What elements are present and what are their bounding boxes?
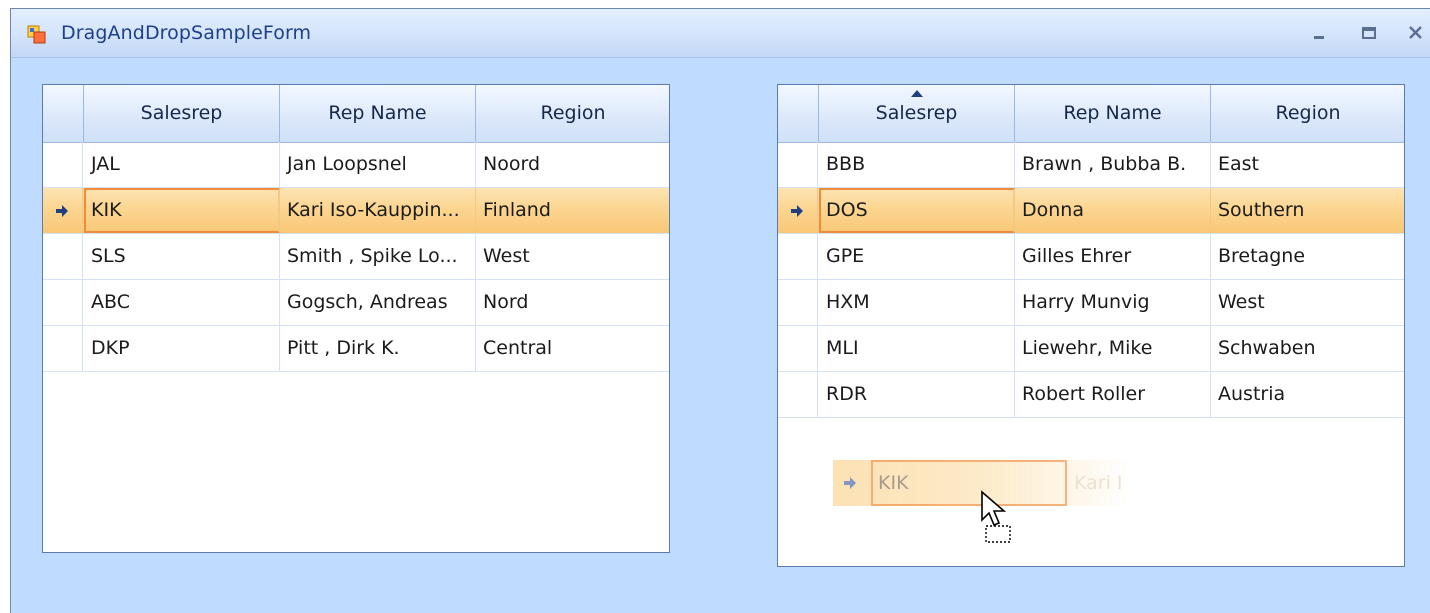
row-selector[interactable] (778, 280, 818, 325)
row-arrow-icon (56, 205, 68, 217)
cell-salesrep[interactable]: KIK (84, 188, 280, 233)
row-selector[interactable] (43, 234, 83, 279)
column-header-rep-name[interactable]: Rep Name (280, 85, 476, 142)
cell-salesrep[interactable]: DOS (819, 188, 1015, 233)
column-header-salesrep[interactable]: Salesrep (84, 85, 280, 142)
close-icon (1409, 26, 1422, 39)
minimize-icon (1314, 36, 1324, 39)
drag-preview-rep-name: Kari I (1074, 472, 1123, 494)
cell-salesrep[interactable]: JAL (84, 142, 280, 187)
cell-salesrep[interactable]: HXM (819, 280, 1015, 325)
cell-region[interactable]: West (1211, 280, 1405, 325)
table-row[interactable]: JAL Jan Loopsnel Noord (43, 142, 669, 188)
cell-rep-name[interactable]: Gogsch, Andreas (280, 280, 476, 325)
window-title: DragAndDropSampleForm (61, 22, 312, 44)
cell-rep-name[interactable]: Donna (1015, 188, 1211, 233)
column-header-region[interactable]: Region (1211, 85, 1405, 142)
row-selector[interactable] (778, 372, 818, 417)
row-header-corner (43, 85, 84, 142)
cell-region[interactable]: Schwaben (1211, 326, 1405, 371)
table-row[interactable]: BBB Brawn , Bubba B. East (778, 142, 1404, 188)
cell-region[interactable]: Bretagne (1211, 234, 1405, 279)
cell-region[interactable]: Nord (476, 280, 670, 325)
cell-salesrep[interactable]: RDR (819, 372, 1015, 417)
row-selector[interactable] (778, 188, 818, 233)
row-selector[interactable] (778, 142, 818, 187)
row-selector[interactable] (778, 234, 818, 279)
close-button[interactable] (1401, 19, 1430, 47)
row-selector[interactable] (43, 326, 83, 371)
table-row[interactable]: HXM Harry Munvig West (778, 280, 1404, 326)
drag-preview-salesrep: KIK (871, 460, 1067, 506)
title-bar[interactable]: DragAndDropSampleForm (11, 9, 1430, 58)
cell-salesrep[interactable]: DKP (84, 326, 280, 371)
table-row[interactable]: GPE Gilles Ehrer Bretagne (778, 234, 1404, 280)
sort-ascending-icon (911, 90, 923, 97)
table-row[interactable]: SLS Smith , Spike Lo... West (43, 234, 669, 280)
cell-region[interactable]: Finland (476, 188, 670, 233)
left-grid[interactable]: Salesrep Rep Name Region JAL Jan Loopsne… (42, 84, 670, 553)
cell-salesrep[interactable]: MLI (819, 326, 1015, 371)
table-row[interactable]: ABC Gogsch, Andreas Nord (43, 280, 669, 326)
row-selector[interactable] (43, 188, 83, 233)
column-header-rep-name[interactable]: Rep Name (1015, 85, 1211, 142)
cell-salesrep[interactable]: ABC (84, 280, 280, 325)
table-row[interactable]: RDR Robert Roller Austria (778, 372, 1404, 418)
cell-salesrep[interactable]: GPE (819, 234, 1015, 279)
cell-region[interactable]: Central (476, 326, 670, 371)
row-arrow-icon (791, 205, 803, 217)
cell-rep-name[interactable]: Jan Loopsnel (280, 142, 476, 187)
cell-region[interactable]: Southern (1211, 188, 1405, 233)
table-row[interactable]: DKP Pitt , Dirk K. Central (43, 326, 669, 372)
cell-rep-name[interactable]: Liewehr, Mike (1015, 326, 1211, 371)
cell-rep-name[interactable]: Pitt , Dirk K. (280, 326, 476, 371)
row-selector[interactable] (43, 142, 83, 187)
cell-rep-name[interactable]: Robert Roller (1015, 372, 1211, 417)
cell-region[interactable]: Austria (1211, 372, 1405, 417)
maximize-icon (1362, 27, 1376, 39)
table-row[interactable]: MLI Liewehr, Mike Schwaben (778, 326, 1404, 372)
table-row-selected[interactable]: KIK Kari Iso-Kauppin... Finland (43, 188, 669, 234)
app-window: DragAndDropSampleForm Salesrep Rep Name … (10, 8, 1430, 613)
row-selector[interactable] (778, 326, 818, 371)
cell-rep-name[interactable]: Gilles Ehrer (1015, 234, 1211, 279)
column-header-label: Salesrep (875, 102, 958, 124)
cell-region[interactable]: Noord (476, 142, 670, 187)
cell-region[interactable]: West (476, 234, 670, 279)
cell-salesrep[interactable]: BBB (819, 142, 1015, 187)
drag-copy-cursor-icon (981, 490, 1011, 543)
column-header-salesrep[interactable]: Salesrep (819, 85, 1015, 142)
cell-rep-name[interactable]: Smith , Spike Lo... (280, 234, 476, 279)
app-icon (27, 25, 46, 44)
column-header-region[interactable]: Region (476, 85, 670, 142)
minimize-button[interactable] (1305, 19, 1335, 47)
grid-header: Salesrep Rep Name Region (43, 85, 669, 143)
row-selector[interactable] (43, 280, 83, 325)
row-header-corner (778, 85, 819, 142)
table-row-selected[interactable]: DOS Donna Southern (778, 188, 1404, 234)
cell-rep-name[interactable]: Kari Iso-Kauppin... (280, 188, 476, 233)
cell-region[interactable]: East (1211, 142, 1405, 187)
grid-header: Salesrep Rep Name Region (778, 85, 1404, 143)
row-arrow-icon (844, 477, 856, 489)
maximize-button[interactable] (1355, 19, 1385, 47)
cell-salesrep[interactable]: SLS (84, 234, 280, 279)
cell-rep-name[interactable]: Brawn , Bubba B. (1015, 142, 1211, 187)
cell-rep-name[interactable]: Harry Munvig (1015, 280, 1211, 325)
